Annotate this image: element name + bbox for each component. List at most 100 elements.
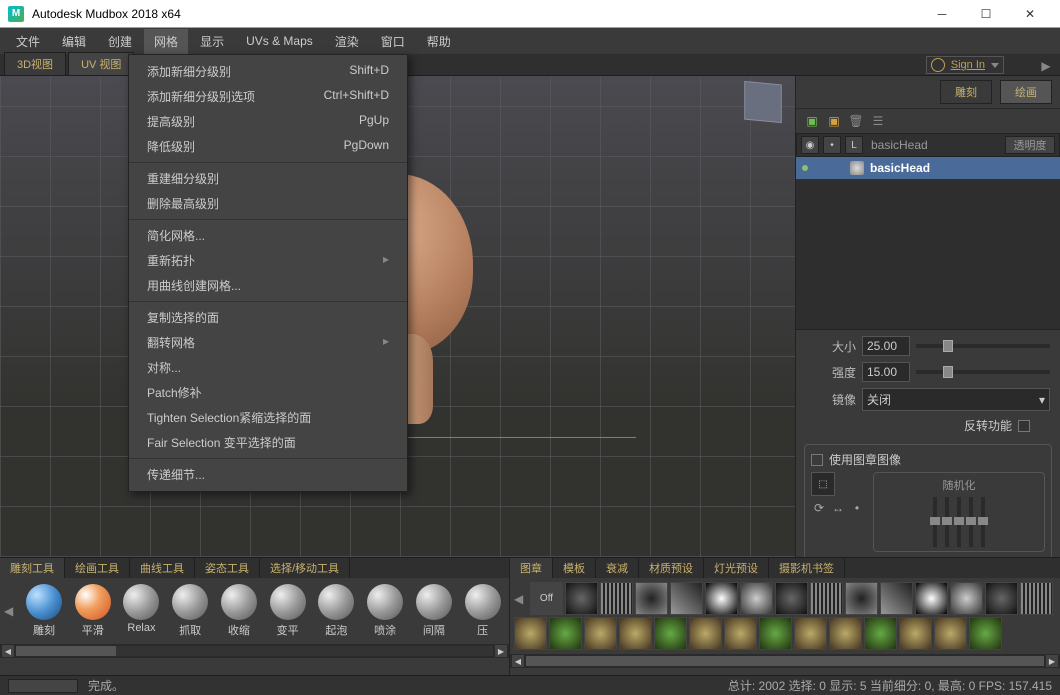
menu-创建[interactable]: 创建	[98, 29, 142, 54]
stamp-thumb-22[interactable]	[794, 617, 827, 650]
stamp-thumb-21[interactable]	[759, 617, 792, 650]
stamp-thumb-24[interactable]	[864, 617, 897, 650]
nav-forward-icon[interactable]: ▶	[1038, 58, 1054, 74]
menuitem-Patch修补[interactable]: Patch修补	[129, 380, 407, 405]
use-stamp-checkbox[interactable]	[811, 454, 823, 466]
menuitem-降低级别[interactable]: 降低级别PgDown	[129, 134, 407, 159]
stamp-thumb-1[interactable]	[600, 582, 633, 615]
menuitem-重新拓扑[interactable]: 重新拓扑▸	[129, 248, 407, 273]
menu-UVs & Maps[interactable]: UVs & Maps	[236, 30, 323, 52]
view-cube[interactable]	[744, 81, 782, 123]
layer-row-basichead[interactable]: basicHead	[796, 157, 1060, 179]
stamp-thumb-6[interactable]	[775, 582, 808, 615]
stamp-thumb-8[interactable]	[845, 582, 878, 615]
menu-窗口[interactable]: 窗口	[371, 29, 415, 54]
menu-帮助[interactable]: 帮助	[417, 29, 461, 54]
stamp-thumb-20[interactable]	[724, 617, 757, 650]
stamp-thumb-14[interactable]	[514, 617, 547, 650]
tool-喷涂[interactable]: 喷涂	[363, 584, 408, 638]
stamp-thumb-16[interactable]	[584, 617, 617, 650]
close-button[interactable]: ✕	[1008, 0, 1052, 28]
menuitem-删除最高级别[interactable]: 删除最高级别	[129, 191, 407, 216]
shelf-tab-材质预设[interactable]: 材质预设	[639, 558, 704, 578]
menu-渲染[interactable]: 渲染	[325, 29, 369, 54]
stamp-thumb-10[interactable]	[915, 582, 948, 615]
signin-dropdown[interactable]: Sign In	[926, 56, 1004, 74]
rand-slider-2[interactable]	[945, 497, 949, 547]
stamp-thumb-5[interactable]	[740, 582, 773, 615]
stamp-thumb-23[interactable]	[829, 617, 862, 650]
minimize-button[interactable]: ─	[920, 0, 964, 28]
menuitem-提高级别[interactable]: 提高级别PgUp	[129, 109, 407, 134]
menuitem-重建细分级别[interactable]: 重建细分级别	[129, 166, 407, 191]
tool-Relax[interactable]: Relax	[119, 584, 164, 638]
new-layer-icon[interactable]: ▣	[804, 113, 820, 129]
stamp-thumb-12[interactable]	[985, 582, 1018, 615]
menuitem-复制选择的面[interactable]: 复制选择的面	[129, 305, 407, 330]
menu-显示[interactable]: 显示	[190, 29, 234, 54]
new-folder-icon[interactable]: ▣	[826, 113, 842, 129]
merge-icon[interactable]: ☰	[870, 113, 886, 129]
lock-header-icon[interactable]: •	[823, 136, 841, 154]
visibility-header-icon[interactable]: ◉	[801, 136, 819, 154]
dot-icon[interactable]: •	[849, 500, 865, 516]
menuitem-Tighten Selection紧缩选择的面[interactable]: Tighten Selection紧缩选择的面	[129, 405, 407, 430]
tab-paint[interactable]: 绘画	[1000, 80, 1052, 104]
stamp-thumb-7[interactable]	[810, 582, 843, 615]
tool-scroll-left[interactable]: ◀	[4, 584, 18, 638]
mirror-select[interactable]: 关闭 ▾	[862, 388, 1050, 411]
shelf-tab-图章[interactable]: 图章	[510, 558, 553, 578]
stamp-thumb-2[interactable]	[635, 582, 668, 615]
stamp-thumb-11[interactable]	[950, 582, 983, 615]
shelf-tab-姿态工具[interactable]: 姿态工具	[195, 558, 260, 578]
l-header[interactable]: L	[845, 136, 863, 154]
tool-平滑[interactable]: 平滑	[70, 584, 115, 638]
tool-雕刻[interactable]: 雕刻	[22, 584, 67, 638]
stamp-thumb-18[interactable]	[654, 617, 687, 650]
stamp-thumb-13[interactable]	[1020, 582, 1053, 615]
tool-变平[interactable]: 变平	[265, 584, 310, 638]
menuitem-添加新细分级别选项[interactable]: 添加新细分级别选项Ctrl+Shift+D	[129, 84, 407, 109]
strength-slider[interactable]	[916, 370, 1050, 374]
rand-slider-1[interactable]	[933, 497, 937, 547]
menuitem-添加新细分级别[interactable]: 添加新细分级别Shift+D	[129, 59, 407, 84]
maximize-button[interactable]: ☐	[964, 0, 1008, 28]
shelf-tab-雕刻工具[interactable]: 雕刻工具	[0, 558, 65, 578]
stamp-preview[interactable]: ⬚	[811, 472, 835, 496]
shelf-tab-选择/移动工具[interactable]: 选择/移动工具	[260, 558, 350, 578]
rand-slider-4[interactable]	[969, 497, 973, 547]
tool-起泡[interactable]: 起泡	[314, 584, 359, 638]
tool-压[interactable]: 压	[460, 584, 505, 638]
stamp-thumb-27[interactable]	[969, 617, 1002, 650]
stamp-thumb-19[interactable]	[689, 617, 722, 650]
menu-编辑[interactable]: 编辑	[52, 29, 96, 54]
tool-间隔[interactable]: 间隔	[411, 584, 456, 638]
stamp-thumb-0[interactable]	[565, 582, 598, 615]
stamp-thumb-15[interactable]	[549, 617, 582, 650]
stamp-thumb-4[interactable]	[705, 582, 738, 615]
size-slider[interactable]	[916, 344, 1050, 348]
stamp-thumb-3[interactable]	[670, 582, 703, 615]
menuitem-对称...[interactable]: 对称...	[129, 355, 407, 380]
shelf-left-scrollbar[interactable]: ◀▶	[0, 644, 509, 658]
shelf-tab-摄影机书签[interactable]: 摄影机书签	[769, 558, 845, 578]
shelf-tab-模板[interactable]: 模板	[553, 558, 596, 578]
menuitem-传递细节...[interactable]: 传递细节...	[129, 462, 407, 487]
stamp-thumb-26[interactable]	[934, 617, 967, 650]
layer-list-empty-area[interactable]	[796, 179, 1060, 329]
menuitem-简化网格...[interactable]: 简化网格...	[129, 223, 407, 248]
trash-icon[interactable]: 🗑	[848, 113, 864, 129]
stamp-thumb-25[interactable]	[899, 617, 932, 650]
refresh-icon[interactable]: ⟳	[811, 500, 827, 516]
menu-文件[interactable]: 文件	[6, 29, 50, 54]
tab-3d-view[interactable]: 3D视图	[4, 52, 66, 75]
menuitem-用曲线创建网格...[interactable]: 用曲线创建网格...	[129, 273, 407, 298]
invert-checkbox[interactable]	[1018, 420, 1030, 432]
shelf-tab-绘画工具[interactable]: 绘画工具	[65, 558, 130, 578]
tool-抓取[interactable]: 抓取	[168, 584, 213, 638]
shelf-right-scrollbar[interactable]: ◀▶	[510, 654, 1060, 668]
size-input[interactable]: 25.00	[862, 336, 910, 356]
menu-网格[interactable]: 网格	[144, 29, 188, 54]
shelf-tab-衰减[interactable]: 衰减	[596, 558, 639, 578]
rand-slider-3[interactable]	[957, 497, 961, 547]
